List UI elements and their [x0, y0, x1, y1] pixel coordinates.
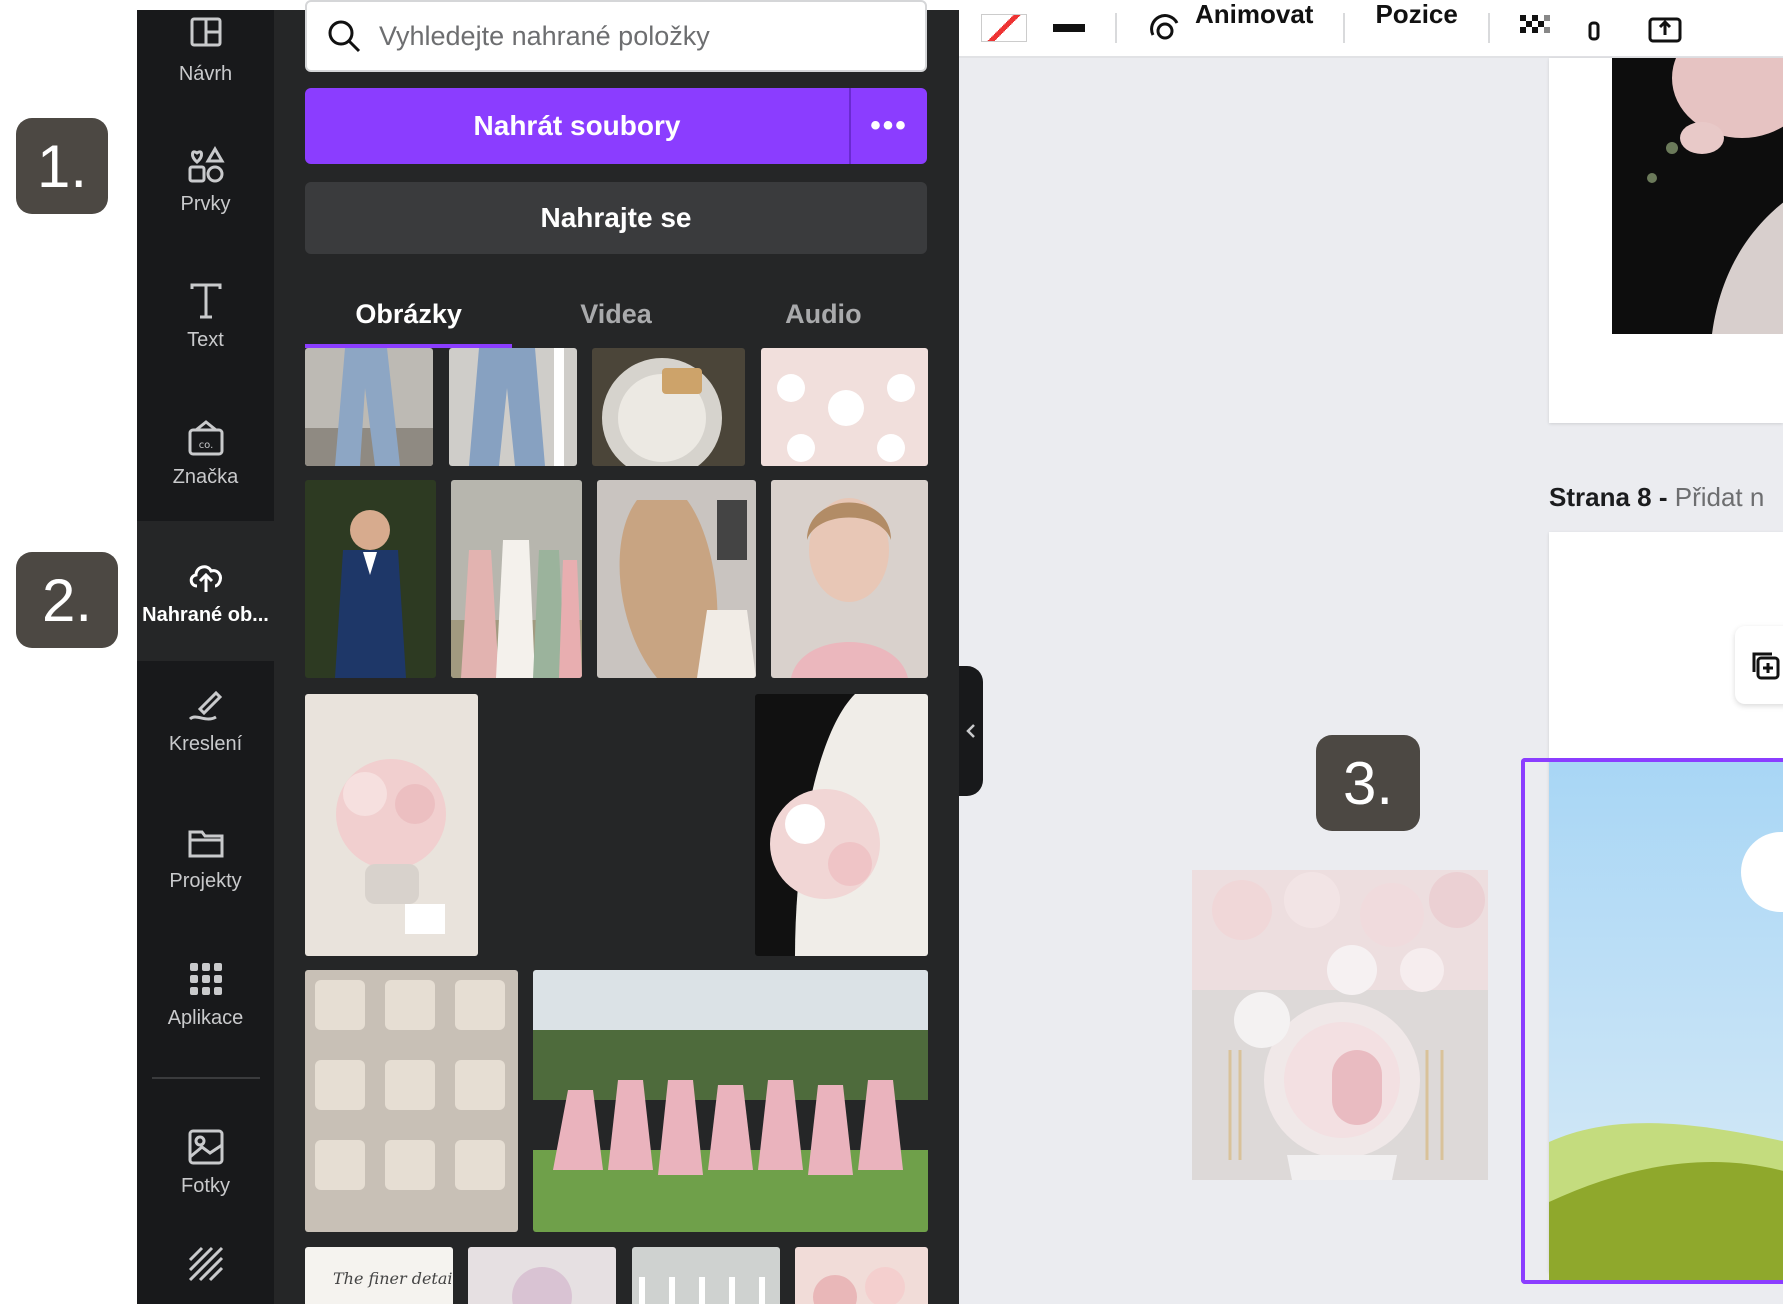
rail-item-design[interactable]: Návrh — [137, 0, 274, 110]
search-box[interactable] — [305, 0, 927, 72]
photos-icon — [188, 1129, 223, 1164]
brand-icon: co. — [188, 419, 223, 455]
rail-item-projects[interactable]: Projekty — [137, 797, 274, 917]
upload-thumbnail[interactable] — [771, 480, 928, 678]
editor-toolbar: Animovat Pozice — [959, 0, 1783, 58]
upload-files-main[interactable]: Nahrát soubory — [305, 88, 851, 164]
upload-thumbnail[interactable] — [761, 348, 928, 466]
rail-item-text[interactable]: Text — [137, 256, 274, 376]
record-yourself-button[interactable]: Nahrajte se — [305, 182, 927, 254]
rail-item-uploads[interactable]: Nahrané ob... — [137, 521, 274, 661]
step-badge-3: 3. — [1316, 735, 1420, 831]
rail-item-elements[interactable]: Prvky — [137, 120, 274, 240]
rail-item-photos[interactable]: Fotky — [137, 1102, 274, 1222]
collapse-panel-handle[interactable] — [959, 666, 983, 796]
text-icon — [190, 283, 221, 318]
upload-thumbnail[interactable]: The finer details — [305, 1247, 453, 1304]
rail-item-label: Návrh — [178, 62, 233, 85]
draw-icon — [188, 690, 222, 720]
upload-thumbnail[interactable] — [533, 970, 928, 1232]
toolbar-divider — [1487, 13, 1490, 43]
duplicate-page-button[interactable] — [1735, 626, 1783, 704]
image-frame-placeholder[interactable] — [1521, 758, 1783, 1284]
dragged-table-setting-image[interactable] — [1192, 870, 1488, 1180]
svg-text:co.: co. — [198, 440, 213, 451]
upload-cloud-icon — [189, 564, 222, 592]
rail-item-label: Značka — [172, 465, 239, 488]
screenshot-root: Animovat Pozice Strana 8 - Přidat n Návr… — [0, 0, 1783, 1304]
tab-videos[interactable]: Videa — [512, 280, 719, 348]
upload-thumbnail[interactable] — [795, 1247, 928, 1304]
upload-thumbnail[interactable] — [305, 348, 433, 466]
upload-thumbnail[interactable] — [305, 480, 436, 678]
design-page-7[interactable] — [1549, 58, 1783, 423]
transparency-icon[interactable] — [1519, 15, 1556, 41]
uploads-panel: Nahrát soubory ••• Nahrajte se Obrázky V… — [274, 0, 959, 1304]
border-style-icon[interactable] — [1053, 24, 1085, 32]
folder-icon — [188, 830, 223, 857]
share-upload-icon[interactable] — [1648, 13, 1682, 43]
tab-audio[interactable]: Audio — [720, 280, 927, 348]
rail-item-label: Nahrané ob... — [142, 603, 269, 626]
animate-button[interactable]: Animovat — [1195, 0, 1313, 30]
toolbar-divider — [1343, 13, 1346, 43]
copy-add-icon — [1752, 652, 1780, 680]
upload-thumbnail[interactable] — [755, 694, 928, 956]
upload-thumbnail[interactable] — [632, 1247, 780, 1304]
upload-more-options-button[interactable]: ••• — [851, 88, 927, 164]
rail-item-label: Fotky — [181, 1174, 230, 1197]
upload-thumbnail[interactable] — [592, 348, 745, 466]
upload-thumbnail[interactable] — [468, 1247, 616, 1304]
upload-thumbnail[interactable] — [451, 480, 582, 678]
left-sidebar-rail: Návrh Prvky Text co. Značka Nahrané ob..… — [137, 10, 274, 1304]
rail-item-label: Prvky — [180, 192, 231, 215]
rail-item-label: Kreslení — [168, 732, 243, 755]
media-tabs: Obrázky Videa Audio — [305, 280, 927, 348]
page-8-add-title[interactable]: Přidat n — [1675, 482, 1765, 512]
toolbar-divider — [1115, 13, 1117, 43]
pattern-icon — [188, 1246, 223, 1282]
thumbnail-caption: The finer details — [333, 1269, 453, 1288]
chevron-left-icon — [966, 724, 975, 738]
rail-item-draw[interactable]: Kreslení — [137, 660, 274, 780]
animate-icon[interactable] — [1147, 13, 1183, 43]
upload-thumbnail[interactable] — [449, 348, 577, 466]
transparency-swatch-icon[interactable] — [981, 14, 1027, 42]
search-input[interactable] — [379, 20, 879, 52]
rail-divider — [152, 1077, 260, 1079]
upload-thumbnail[interactable] — [597, 480, 756, 678]
elements-icon — [188, 145, 225, 182]
page-8-title: Strana 8 - — [1549, 482, 1668, 512]
bouquet-photo-top[interactable] — [1612, 58, 1783, 334]
lock-icon[interactable] — [1586, 13, 1602, 43]
rail-item-label: Aplikace — [167, 1006, 244, 1029]
placeholder-landscape — [1549, 762, 1783, 1280]
rail-item-patterns[interactable] — [137, 1230, 274, 1304]
step-badge-2: 2. — [16, 552, 118, 648]
design-icon — [190, 17, 221, 46]
search-icon — [328, 20, 361, 53]
rail-item-apps[interactable]: Aplikace — [137, 934, 274, 1054]
position-button[interactable]: Pozice — [1375, 0, 1457, 30]
upload-thumbnail[interactable] — [305, 970, 518, 1232]
page-8-label: Strana 8 - Přidat n — [1549, 482, 1764, 513]
upload-thumbnail[interactable] — [305, 694, 478, 956]
apps-icon — [189, 962, 222, 995]
rail-item-brand[interactable]: co. Značka — [137, 393, 274, 513]
tab-images[interactable]: Obrázky — [305, 280, 513, 348]
rail-item-label: Text — [187, 328, 224, 351]
rail-item-label: Projekty — [169, 869, 242, 892]
step-badge-1: 1. — [16, 118, 108, 214]
upload-files-button[interactable]: Nahrát soubory ••• — [305, 88, 927, 164]
